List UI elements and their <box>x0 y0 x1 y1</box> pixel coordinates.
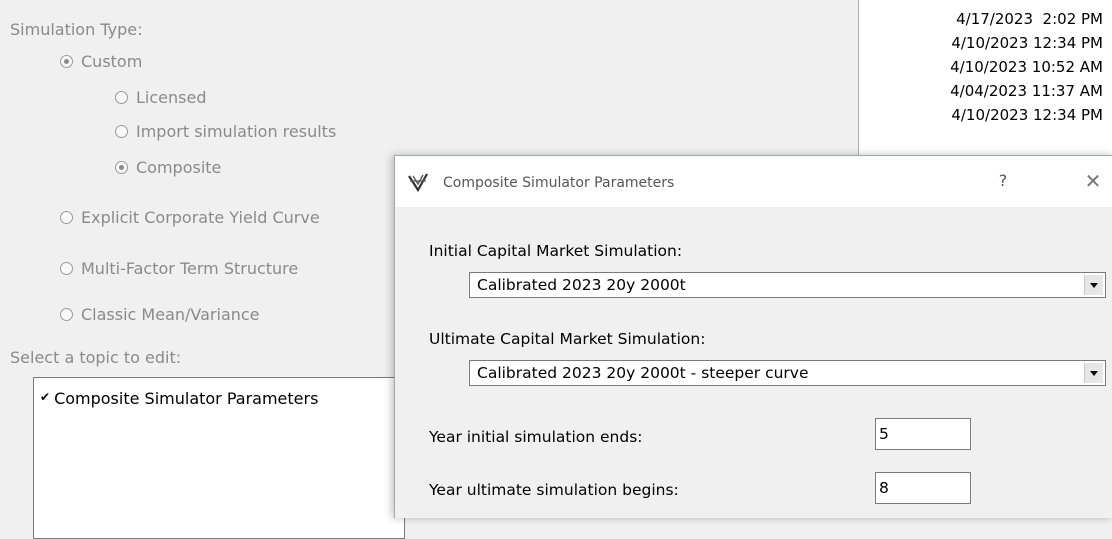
radio-classic[interactable]: Classic Mean/Variance <box>60 305 260 324</box>
ultimate-sim-label: Ultimate Capital Market Simulation: <box>429 330 706 348</box>
list-item: 4/04/2023 11:37 AM <box>950 82 1103 100</box>
radio-explicit[interactable]: Explicit Corporate Yield Curve <box>60 208 320 227</box>
radio-explicit-label: Explicit Corporate Yield Curve <box>81 208 320 227</box>
dialog-title: Composite Simulator Parameters <box>443 175 675 191</box>
radio-licensed[interactable]: Licensed <box>115 88 206 107</box>
year-initial-label: Year initial simulation ends: <box>429 428 643 446</box>
year-ultimate-value: 8 <box>879 479 889 497</box>
radio-custom[interactable]: Custom <box>60 52 142 71</box>
radio-selected-icon <box>60 55 73 68</box>
year-initial-input[interactable]: 5 <box>875 418 971 450</box>
radio-licensed-label: Licensed <box>136 88 207 107</box>
topic-label: Select a topic to edit: <box>10 348 182 367</box>
ultimate-sim-select[interactable]: Calibrated 2023 20y 2000t - steeper curv… <box>469 360 1106 386</box>
radio-custom-label: Custom <box>81 52 143 71</box>
help-button[interactable]: ? <box>993 171 1013 193</box>
radio-classic-label: Classic Mean/Variance <box>81 305 260 324</box>
app-logo-icon <box>407 172 429 196</box>
year-initial-value: 5 <box>879 425 889 443</box>
radio-multifactor[interactable]: Multi-Factor Term Structure <box>60 259 298 278</box>
radio-composite[interactable]: Composite <box>115 158 221 177</box>
check-icon: ✔ <box>40 390 51 404</box>
list-item: 4/10/2023 10:52 AM <box>950 58 1103 76</box>
radio-empty-icon <box>115 125 128 138</box>
topic-item-label: Composite Simulator Parameters <box>54 389 319 408</box>
radio-empty-icon <box>115 91 128 104</box>
topic-item-composite[interactable]: ✔ Composite Simulator Parameters <box>40 389 318 408</box>
ultimate-sim-value: Calibrated 2023 20y 2000t - steeper curv… <box>477 364 809 382</box>
radio-import[interactable]: Import simulation results <box>115 122 336 141</box>
year-ultimate-label: Year ultimate simulation begins: <box>429 481 679 499</box>
initial-sim-label: Initial Capital Market Simulation: <box>429 242 683 260</box>
chevron-down-icon[interactable] <box>1084 363 1103 383</box>
list-item: 4/10/2023 12:34 PM <box>951 106 1103 124</box>
simulation-type-label: Simulation Type: <box>10 20 143 39</box>
radio-import-label: Import simulation results <box>136 122 337 141</box>
close-button[interactable]: ✕ <box>1081 169 1105 193</box>
initial-sim-value: Calibrated 2023 20y 2000t <box>477 276 686 294</box>
chevron-down-icon[interactable] <box>1084 275 1103 295</box>
initial-sim-select[interactable]: Calibrated 2023 20y 2000t <box>469 272 1106 298</box>
year-ultimate-input[interactable]: 8 <box>875 472 971 504</box>
composite-simulator-dialog: Composite Simulator Parameters ? ✕ Initi… <box>394 155 1112 518</box>
radio-multifactor-label: Multi-Factor Term Structure <box>81 259 299 278</box>
radio-empty-icon <box>60 308 73 321</box>
radio-selected-icon <box>115 161 128 174</box>
dialog-titlebar[interactable]: Composite Simulator Parameters ? ✕ <box>395 156 1112 207</box>
radio-empty-icon <box>60 211 73 224</box>
list-item: 4/10/2023 12:34 PM <box>951 34 1103 52</box>
topic-list[interactable]: ✔ Composite Simulator Parameters <box>33 377 405 539</box>
radio-empty-icon <box>60 262 73 275</box>
radio-composite-label: Composite <box>136 158 222 177</box>
list-item: 4/17/2023 2:02 PM <box>956 10 1103 28</box>
